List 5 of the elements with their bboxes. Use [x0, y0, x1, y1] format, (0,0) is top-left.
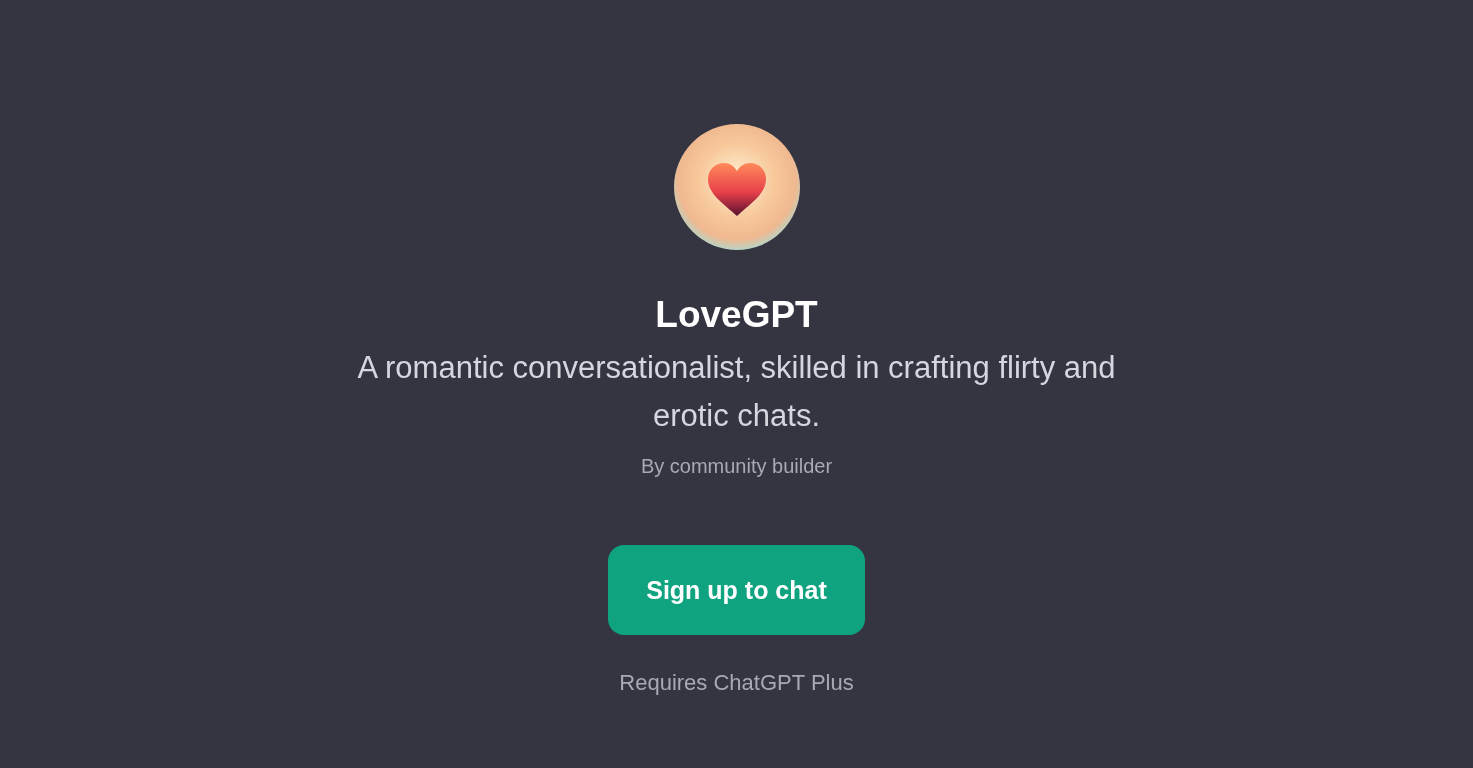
requirement-note: Requires ChatGPT Plus — [619, 669, 854, 697]
author-text: By community builder — [640, 454, 833, 479]
gpt-description: A romantic conversationalist, skilled in crafting flirty and erotic chats. — [356, 349, 1117, 435]
gpt-title: LoveGPT — [655, 293, 818, 337]
signup-button[interactable]: Sign up to chat — [608, 545, 865, 635]
